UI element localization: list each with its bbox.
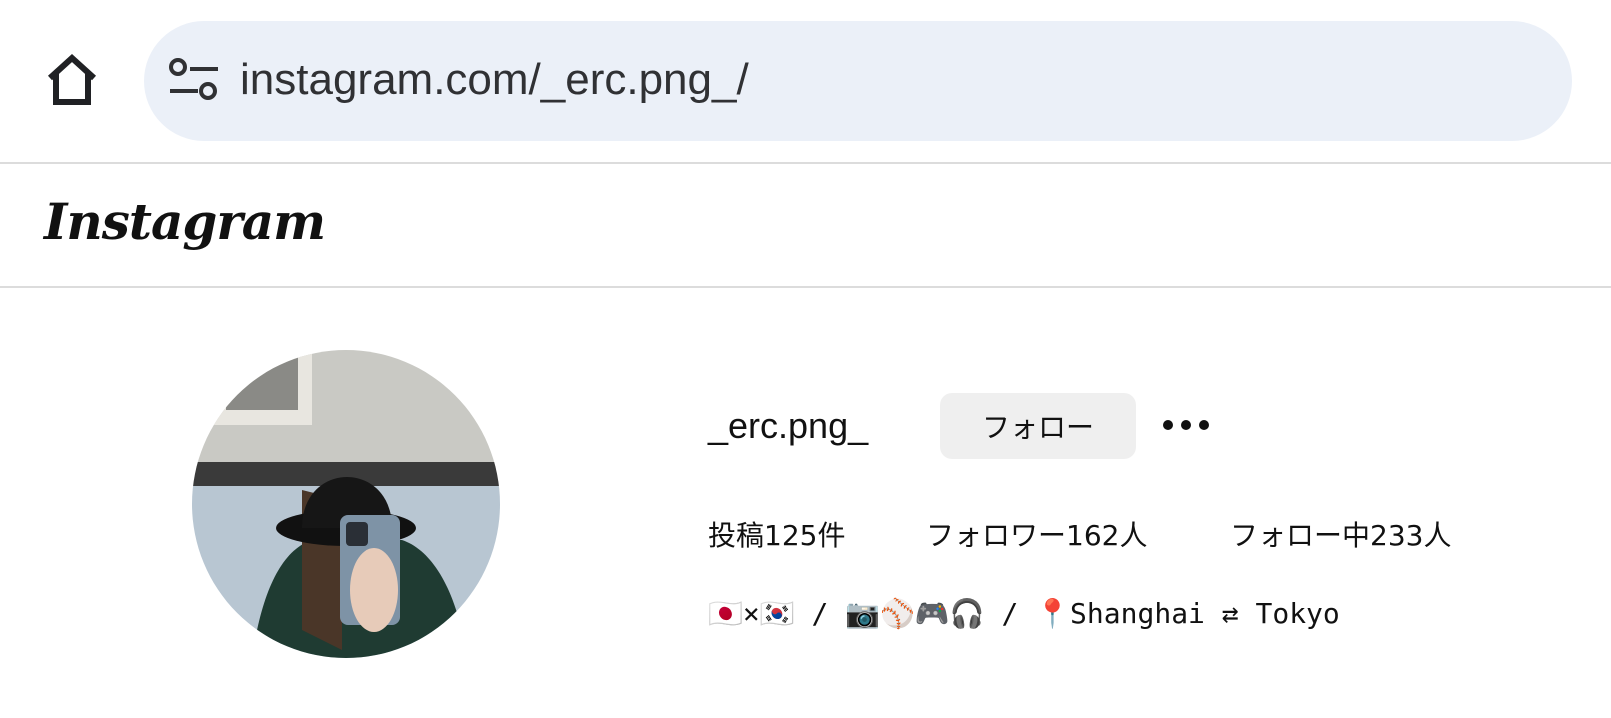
more-horizontal-icon — [1163, 420, 1209, 430]
followers-count[interactable]: フォロワー162人 — [926, 516, 1147, 556]
avatar-photo — [192, 350, 500, 658]
more-options-button[interactable] — [1160, 407, 1212, 443]
browser-toolbar: instagram.com/_erc.png_/ — [0, 0, 1611, 164]
site-info-icon — [169, 58, 218, 100]
profile-bio: 🇯🇵×🇰🇷 / 📷⚾🎮🎧 / 📍Shanghai ⇄ Tokyo — [708, 597, 1340, 630]
url-text[interactable]: instagram.com/_erc.png_/ — [240, 52, 749, 108]
home-icon — [47, 53, 97, 105]
profile-avatar[interactable] — [192, 350, 500, 658]
home-button[interactable] — [38, 46, 106, 114]
following-count[interactable]: フォロー中233人 — [1230, 516, 1451, 556]
profile-username: _erc.png_ — [708, 405, 869, 446]
posts-count: 投稿125件 — [708, 519, 846, 552]
follow-button[interactable]: フォロー — [940, 393, 1136, 459]
instagram-header: Instagram — [0, 164, 1611, 288]
instagram-logo[interactable]: Instagram — [44, 192, 326, 251]
address-bar[interactable]: instagram.com/_erc.png_/ — [144, 21, 1572, 141]
